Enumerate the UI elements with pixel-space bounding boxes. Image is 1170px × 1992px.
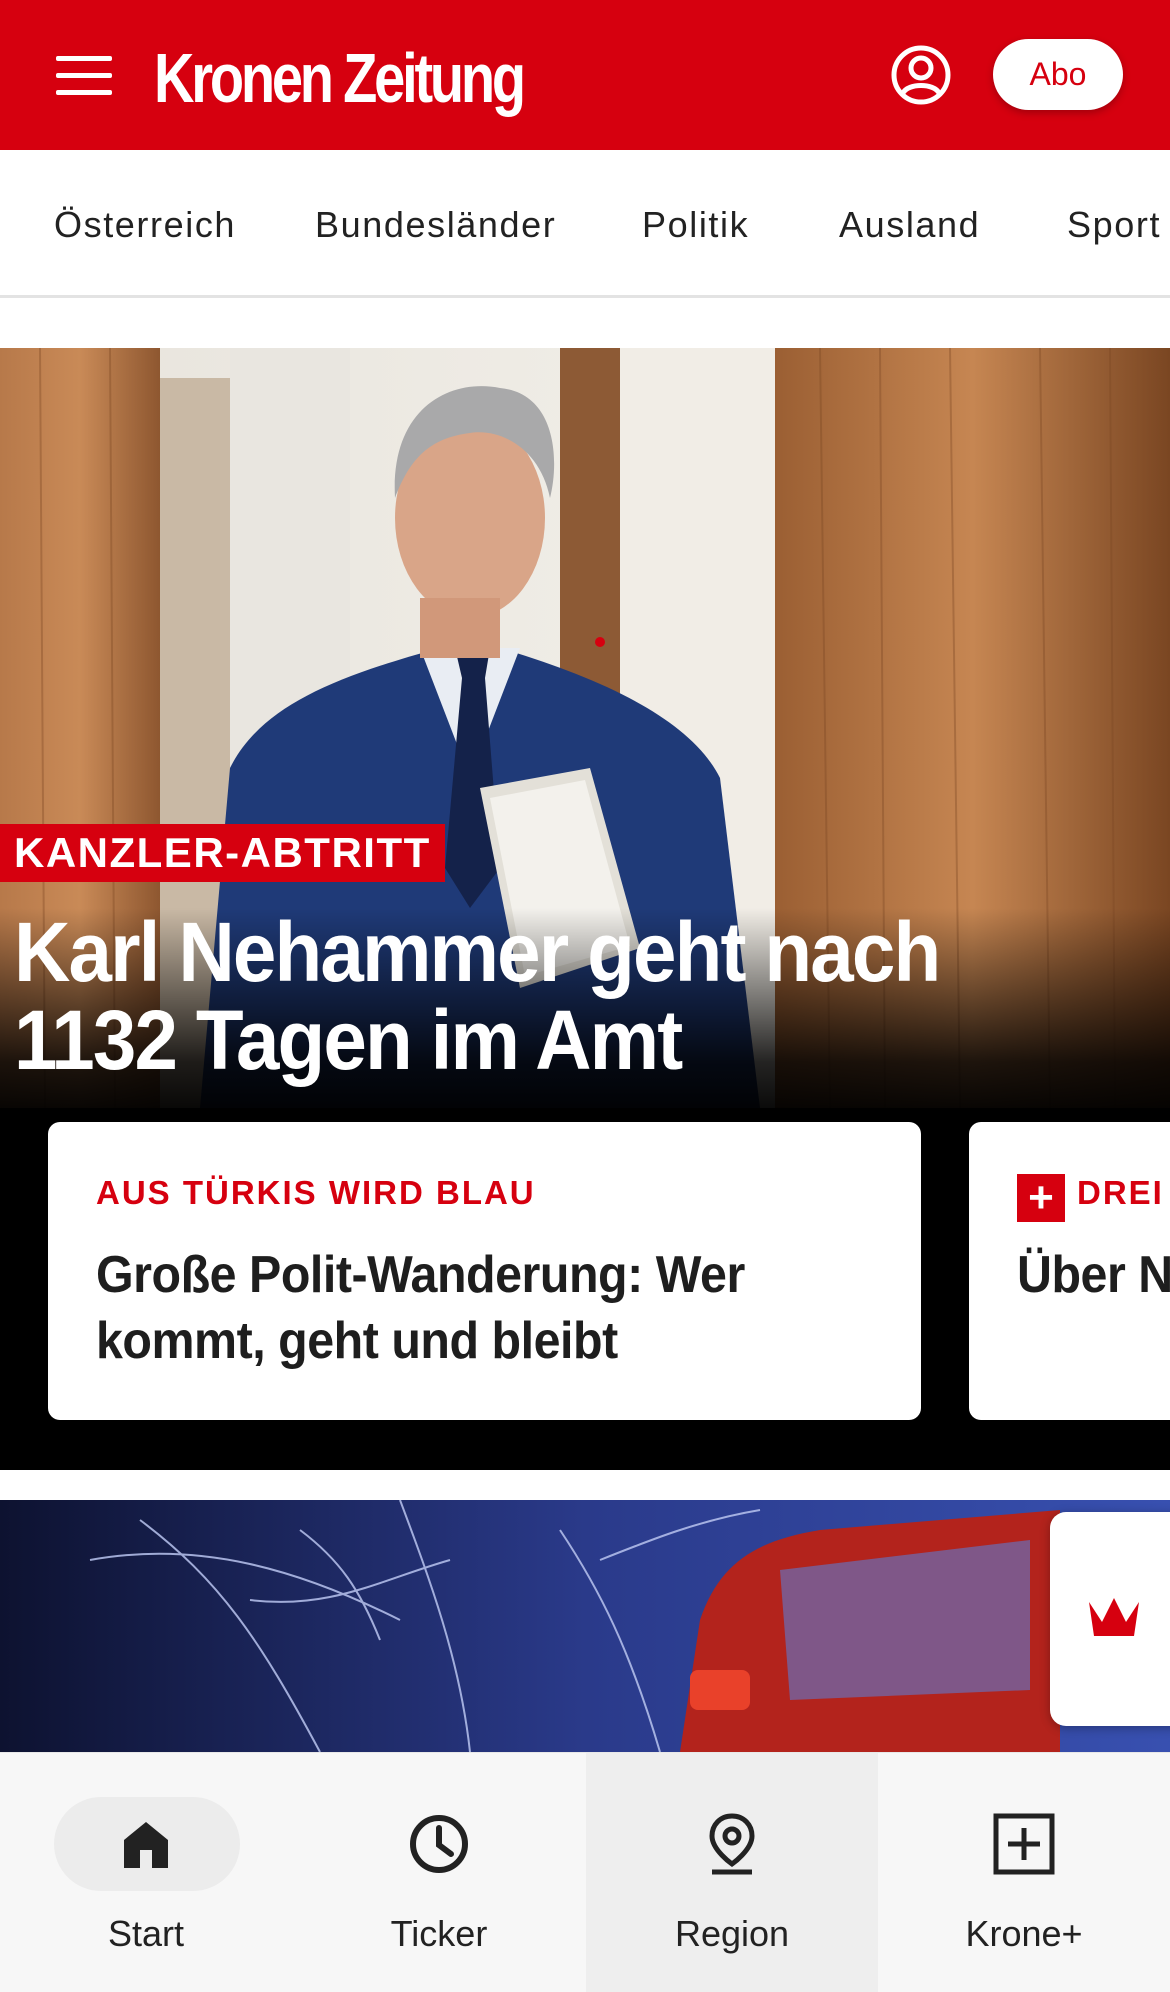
hero-headline[interactable]: Karl Nehammer geht nach 1132 Tagen im Am… — [14, 908, 1037, 1084]
clock-icon — [410, 1815, 468, 1873]
tab-start[interactable]: Start — [0, 1753, 292, 1992]
brand-logo[interactable]: Kronen Zeitung — [154, 36, 526, 120]
krone-widget[interactable] — [1050, 1512, 1170, 1726]
tab-label: Ticker — [390, 1913, 488, 1954]
card-headline[interactable]: Große Polit-Wanderung: Wer kommt, geht u… — [96, 1242, 831, 1374]
nav-item-bundeslaender[interactable]: Bundesländer — [315, 204, 556, 246]
krone-crown-icon — [1089, 1598, 1139, 1636]
story-image[interactable] — [0, 1500, 1170, 1752]
krone-plus-icon: + — [1017, 1174, 1065, 1222]
tab-ticker[interactable]: Ticker — [293, 1753, 585, 1992]
user-account-icon[interactable] — [890, 44, 952, 106]
nav-item-sport[interactable]: Sport — [1067, 204, 1161, 246]
home-icon — [124, 1822, 168, 1868]
related-story-card[interactable]: + DREI Über N schnel — [969, 1122, 1170, 1420]
nav-item-politik[interactable]: Politik — [642, 204, 749, 246]
tab-label: Krone+ — [965, 1913, 1083, 1954]
plus-square-icon — [993, 1813, 1055, 1875]
category-nav: Österreich Bundesländer Politik Ausland … — [0, 150, 1170, 298]
hamburger-menu-icon[interactable] — [56, 56, 112, 96]
nav-item-oesterreich[interactable]: Österreich — [54, 204, 236, 246]
tab-region[interactable]: Region — [586, 1753, 878, 1992]
hero-story[interactable]: KANZLER-ABTRITT Karl Nehammer geht nach … — [0, 348, 1170, 1470]
tab-label: Region — [674, 1913, 790, 1954]
top-app-bar: Kronen Zeitung Abo — [0, 0, 1170, 150]
related-story-card[interactable]: AUS TÜRKIS WIRD BLAU Große Polit-Wanderu… — [48, 1122, 921, 1420]
tab-krone-plus[interactable]: Krone+ — [878, 1753, 1170, 1992]
abo-button[interactable]: Abo — [993, 39, 1123, 110]
nav-item-ausland[interactable]: Ausland — [839, 204, 980, 246]
bottom-tab-bar: Start Ticker Region Krone+ — [0, 1752, 1170, 1992]
card-kicker: DREI — [1077, 1174, 1164, 1211]
tab-label: Start — [107, 1913, 185, 1954]
card-kicker: AUS TÜRKIS WIRD BLAU — [96, 1174, 536, 1211]
location-pin-icon — [709, 1813, 755, 1875]
card-headline[interactable]: Über N schnel — [1017, 1242, 1170, 1308]
hero-kicker: KANZLER-ABTRITT — [0, 824, 445, 882]
